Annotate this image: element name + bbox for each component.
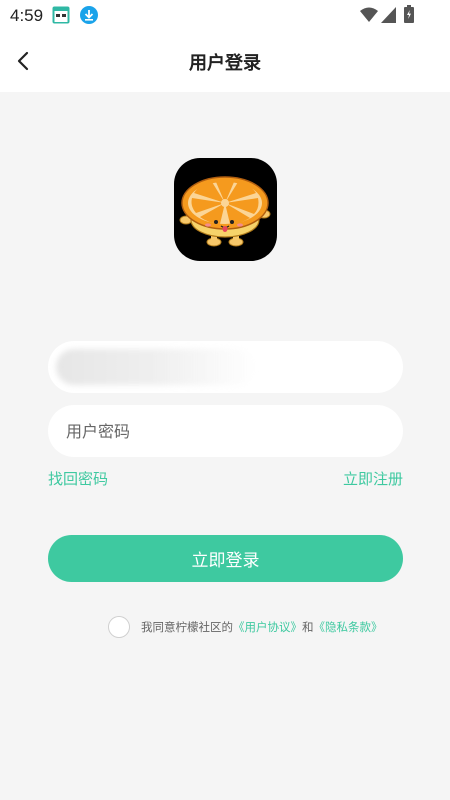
agreement-and: 和	[302, 620, 314, 634]
battery-icon	[404, 5, 414, 23]
user-agreement-link[interactable]: 《用户协议》	[233, 619, 302, 635]
wifi-icon	[360, 7, 378, 22]
orange-mascot-logo	[179, 176, 271, 247]
login-button[interactable]: 立即登录	[48, 535, 403, 582]
password-field[interactable]	[48, 405, 403, 457]
agreement-prefix: 我同意柠檬社区的	[141, 620, 233, 634]
header: 用户登录	[0, 32, 450, 92]
app-notification-icon	[52, 6, 70, 24]
agreement-row: 我同意柠檬社区的 《用户协议》 和 《隐私条款》	[108, 615, 383, 639]
status-bar: 4:59	[0, 0, 450, 32]
password-input[interactable]	[66, 405, 386, 457]
forgot-password-link[interactable]: 找回密码	[48, 468, 108, 489]
status-time: 4:59	[10, 6, 44, 25]
privacy-policy-link[interactable]: 《隐私条款》	[314, 619, 383, 635]
download-icon	[80, 6, 98, 24]
register-link[interactable]: 立即注册	[343, 468, 403, 489]
signal-icon	[381, 7, 396, 23]
agree-checkbox[interactable]	[108, 616, 130, 638]
page-title: 用户登录	[189, 53, 261, 74]
account-input[interactable]	[66, 341, 386, 393]
account-field[interactable]	[48, 341, 403, 393]
app-logo	[174, 158, 277, 261]
